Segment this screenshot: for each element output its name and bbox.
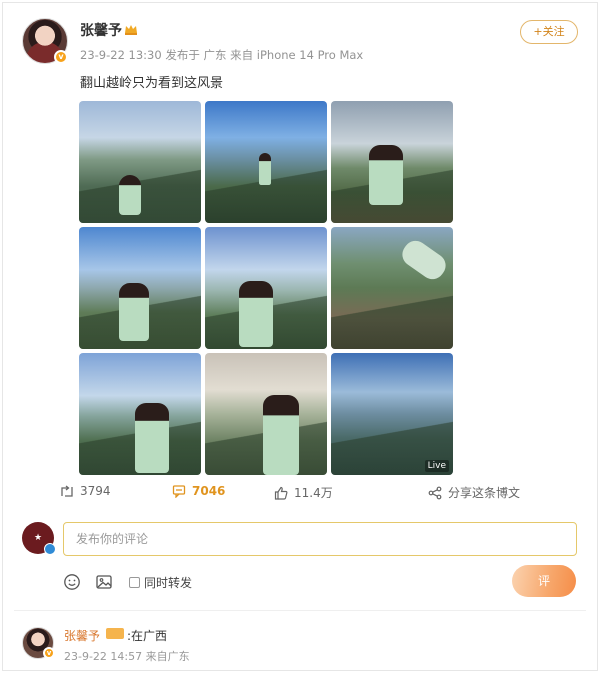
comment-toolbar: 同时转发 <box>63 572 192 592</box>
post-meta: 23-9-22 13:30 发布于 广东 来自 iPhone 14 Pro Ma… <box>80 48 364 62</box>
photo-thumbnail[interactable] <box>79 101 201 223</box>
photo-thumbnail[interactable] <box>205 101 327 223</box>
repost-checkbox[interactable] <box>129 576 140 588</box>
share-button[interactable]: 分享这条博文 <box>428 484 520 501</box>
crown-icon <box>125 25 137 35</box>
landscape-shape <box>331 294 453 349</box>
reply-text: :在广西 <box>127 629 168 643</box>
share-icon <box>428 486 442 499</box>
like-count: 11.4万 <box>294 486 333 500</box>
author-tag-icon <box>106 628 124 639</box>
verified-blue-icon <box>44 543 56 555</box>
reply-meta: 23-9-22 14:57 来自广东 <box>64 650 190 663</box>
repost-option-label: 同时转发 <box>144 575 193 590</box>
repost-icon <box>61 485 73 497</box>
photo-thumbnail[interactable] <box>331 101 453 223</box>
action-bar: 3794 7046 11.4万 分享这条博文 <box>60 484 580 504</box>
photo-grid: Live <box>79 101 454 475</box>
person-figure <box>259 153 271 185</box>
repost-toggle[interactable]: 同时转发 <box>129 574 192 591</box>
person-figure <box>239 281 273 347</box>
photo-thumbnail[interactable] <box>205 227 327 349</box>
comment-count: 7046 <box>192 484 226 498</box>
comment-button[interactable]: 7046 <box>172 484 225 498</box>
emoji-icon[interactable] <box>63 573 81 591</box>
share-label: 分享这条博文 <box>448 486 521 500</box>
photo-thumbnail[interactable] <box>79 227 201 349</box>
person-figure <box>369 145 403 205</box>
photo-thumbnail[interactable]: Live <box>331 353 453 475</box>
post-text: 翻山越岭只为看到这风景 <box>80 76 224 91</box>
comment-input[interactable]: 发布你的评论 <box>63 522 577 556</box>
photo-thumbnail[interactable] <box>205 353 327 475</box>
photo-thumbnail[interactable] <box>331 227 453 349</box>
person-figure <box>119 283 149 341</box>
divider <box>14 610 586 611</box>
repost-button[interactable]: 3794 <box>60 484 111 498</box>
reply-author-name[interactable]: 张馨予 <box>64 627 100 644</box>
image-icon[interactable] <box>95 573 113 591</box>
photo-thumbnail[interactable] <box>79 353 201 475</box>
person-figure <box>263 395 299 475</box>
person-figure <box>135 403 169 473</box>
arm-figure <box>397 236 451 284</box>
person-figure <box>119 175 141 215</box>
repost-count: 3794 <box>80 484 111 498</box>
comment-icon <box>172 485 186 498</box>
verified-badge-icon: v <box>54 50 68 64</box>
author-name[interactable]: 张馨予 <box>80 20 122 40</box>
like-button[interactable]: 11.4万 <box>274 484 333 501</box>
verified-badge-icon: v <box>43 647 55 659</box>
submit-comment-button[interactable]: 评 <box>512 565 576 597</box>
follow-button[interactable]: +关注 <box>520 20 578 44</box>
live-photo-badge: Live <box>424 460 449 472</box>
thumbs-up-icon <box>274 486 288 500</box>
